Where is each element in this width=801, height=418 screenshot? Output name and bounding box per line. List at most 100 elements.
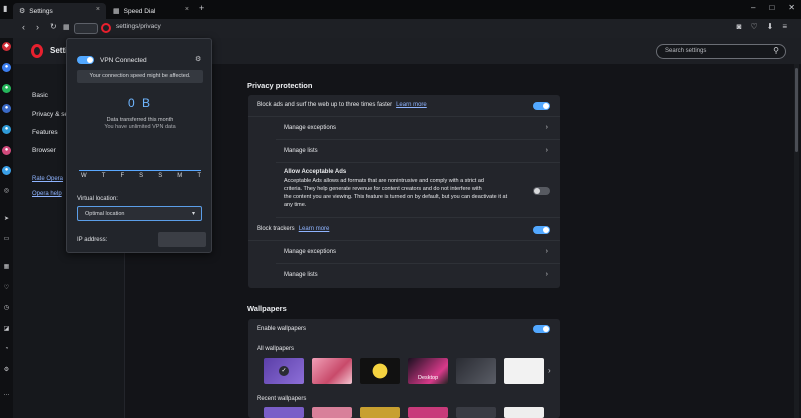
ip-address-label: IP address: <box>77 237 108 243</box>
nav-basic[interactable]: Basic <box>32 92 48 99</box>
telegram-icon[interactable]: ● <box>2 125 11 134</box>
camera-icon[interactable]: ◙ <box>737 22 742 31</box>
nav-privacy[interactable]: Privacy & se <box>32 111 68 118</box>
search-settings-input[interactable]: Search settings ⚲ <box>656 44 786 59</box>
speed-dial-icon[interactable]: ▦ <box>63 23 70 31</box>
opera-icon <box>101 23 111 33</box>
learn-more-link[interactable]: Learn more <box>396 102 427 108</box>
close-tab-icon[interactable]: × <box>96 6 100 13</box>
whatsapp-icon[interactable]: ● <box>2 84 11 93</box>
send-icon[interactable]: ➤ <box>2 215 11 224</box>
heart-icon[interactable]: ♡ <box>2 284 11 293</box>
enable-wallpapers-label: Enable wallpapers <box>257 326 307 332</box>
chevron-right-icon[interactable]: › <box>548 366 551 375</box>
wallpaper-thumb[interactable] <box>264 407 304 418</box>
vpn-day-labels: W T F S S M T <box>81 173 201 179</box>
wallpaper-thumb[interactable] <box>312 358 352 384</box>
history-icon[interactable]: ◷ <box>2 304 11 313</box>
address-bar: ‹ › ↻ ▦ settings/privacy ◙ ♡ ⬇ ≡ <box>0 19 801 38</box>
enable-wallpapers-toggle[interactable] <box>533 325 550 333</box>
wallpaper-thumb[interactable] <box>312 407 352 418</box>
block-ads-label: Block ads and surf the web up to three t… <box>257 102 393 108</box>
manage-exceptions-label: Manage exceptions <box>284 249 337 255</box>
opera-menu-button[interactable]: ▮ <box>3 4 12 15</box>
virtual-location-select[interactable]: Optimal location ▾ <box>77 206 202 221</box>
speed-dial-icon: ▦ <box>113 8 120 15</box>
opera-help-link[interactable]: Opera help <box>32 191 62 197</box>
wallpaper-thumb[interactable]: ✓ <box>264 358 304 384</box>
close-window-button[interactable]: ✕ <box>788 3 795 12</box>
manage-lists-row[interactable]: Manage lists › <box>276 264 560 288</box>
wallpaper-thumb[interactable]: Desktop <box>408 358 448 384</box>
acceptable-ads-desc: criteria. They help generate revenue for… <box>284 186 482 192</box>
acceptable-ads-desc: any time. <box>284 202 307 208</box>
sidebar: ◆ ● ● ● ● ● ● ◎ ➤ ▭ ▦ ♡ ◷ ◪ ◔ ⚙ … <box>0 38 13 418</box>
block-trackers-label: Block trackers <box>257 226 295 232</box>
messenger-icon[interactable]: ● <box>2 63 11 72</box>
minimize-button[interactable]: – <box>751 3 755 12</box>
download-icon[interactable]: ⬇ <box>767 22 774 31</box>
selected-check-icon: ✓ <box>279 366 289 376</box>
compass-icon[interactable]: ◎ <box>2 187 11 196</box>
rate-opera-link[interactable]: Rate Opera <box>32 176 63 182</box>
vpn-status: VPN Connected <box>100 57 147 64</box>
tab-settings[interactable]: ⚙ Settings × <box>13 3 106 19</box>
acceptable-ads-desc: the content you are viewing. This featur… <box>284 194 508 200</box>
manage-exceptions-row[interactable]: Manage exceptions › <box>276 241 560 264</box>
ip-address-value <box>158 232 206 247</box>
day-label: M <box>177 173 183 179</box>
wallpaper-thumb[interactable] <box>456 358 496 384</box>
vpn-badge[interactable] <box>74 23 98 34</box>
settings-icon[interactable]: ⚙ <box>2 366 11 375</box>
instagram-icon[interactable]: ● <box>2 146 11 155</box>
privacy-section-title: Privacy protection <box>247 81 313 90</box>
reload-icon[interactable]: ↻ <box>50 22 57 31</box>
wallpaper-thumb[interactable] <box>504 407 544 418</box>
menu-icon[interactable]: ≡ <box>782 22 787 31</box>
day-label: S <box>139 173 144 179</box>
wallpaper-thumb[interactable] <box>504 358 544 384</box>
wallpaper-thumb[interactable] <box>360 358 400 384</box>
manage-exceptions-row[interactable]: Manage exceptions › <box>276 117 560 140</box>
opera-logo-icon <box>31 44 43 58</box>
vpn-warning: Your connection speed might be affected. <box>77 70 203 83</box>
block-ads-toggle[interactable] <box>533 102 550 110</box>
day-label: T <box>197 173 201 179</box>
close-tab-icon[interactable]: × <box>185 6 189 13</box>
vpn-toggle[interactable] <box>77 56 94 64</box>
privacy-card: Block ads and surf the web up to three t… <box>248 95 560 288</box>
wallpapers-section-title: Wallpapers <box>247 304 287 313</box>
scrollbar-thumb[interactable] <box>795 68 798 152</box>
back-icon[interactable]: ‹ <box>22 22 25 32</box>
wallpaper-thumb[interactable] <box>408 407 448 418</box>
tab-speed-dial[interactable]: ▦ Speed Dial × <box>107 3 195 19</box>
wallpaper-thumb[interactable] <box>456 407 496 418</box>
forward-icon[interactable]: › <box>36 22 39 32</box>
virtual-location-label: Virtual location: <box>77 196 118 202</box>
grid-icon[interactable]: ▦ <box>2 263 11 272</box>
more-icon[interactable]: … <box>2 390 11 399</box>
url-text[interactable]: settings/privacy <box>116 23 161 30</box>
acceptable-ads-title: Allow Acceptable Ads <box>284 169 347 175</box>
extensions-icon[interactable]: ◪ <box>2 325 11 334</box>
heart-icon[interactable]: ♡ <box>750 22 757 31</box>
wallet-icon[interactable]: ▭ <box>2 235 11 244</box>
acceptable-ads-desc: Acceptable Ads allows ad formats that ar… <box>284 178 484 184</box>
manage-lists-row[interactable]: Manage lists › <box>276 140 560 163</box>
chevron-right-icon: › <box>545 147 548 154</box>
twitter-icon[interactable]: ● <box>2 166 11 175</box>
sidebar-home-icon[interactable]: ◆ <box>2 42 11 51</box>
nav-features[interactable]: Features <box>32 129 58 136</box>
acceptable-ads-toggle[interactable] <box>533 187 550 195</box>
manage-lists-label: Manage lists <box>284 148 318 154</box>
maximize-button[interactable]: □ <box>769 3 774 12</box>
gear-icon[interactable]: ⚙ <box>195 55 201 63</box>
new-tab-button[interactable]: + <box>199 3 204 13</box>
wallpaper-thumb[interactable] <box>360 407 400 418</box>
vk-icon[interactable]: ● <box>2 104 11 113</box>
vpn-usage-graph <box>79 170 201 171</box>
learn-more-link[interactable]: Learn more <box>299 226 330 232</box>
nav-browser[interactable]: Browser <box>32 147 56 154</box>
block-trackers-toggle[interactable] <box>533 226 550 234</box>
clock-icon[interactable]: ◔ <box>2 345 11 354</box>
